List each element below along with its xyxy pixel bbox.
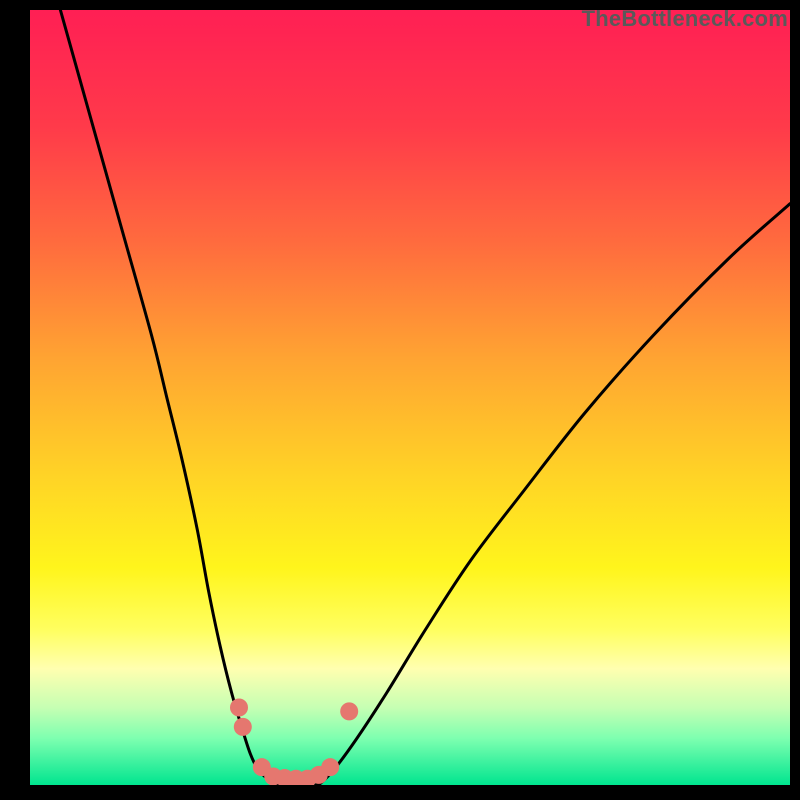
watermark-text: TheBottleneck.com xyxy=(582,6,788,32)
marker-dot xyxy=(340,702,358,720)
chart-frame xyxy=(30,10,790,785)
gradient-background xyxy=(30,10,790,785)
marker-dot xyxy=(230,699,248,717)
bottleneck-chart xyxy=(30,10,790,785)
marker-dot xyxy=(321,758,339,776)
marker-dot xyxy=(234,718,252,736)
